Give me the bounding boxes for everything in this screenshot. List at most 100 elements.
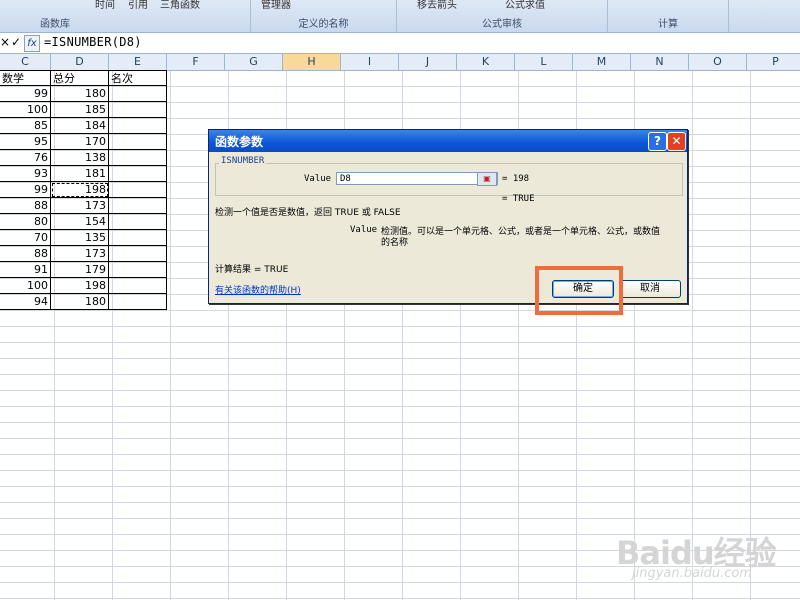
table-cell-rank[interactable] — [109, 102, 167, 118]
table-cell-total[interactable]: 181 — [51, 166, 109, 182]
argument-description-continued: 的名称 — [381, 238, 409, 248]
ribbon-button-lookup[interactable]: 引用 — [128, 0, 148, 11]
table-cell-math[interactable]: 95 — [0, 134, 51, 150]
table-cell-total[interactable]: 184 — [51, 118, 109, 134]
close-icon[interactable]: ✕ — [667, 132, 686, 151]
ok-button-highlight — [535, 266, 623, 315]
table-cell-rank[interactable] — [109, 294, 167, 310]
cancel-icon[interactable]: × — [0, 35, 10, 50]
table-cell-math[interactable]: 99 — [0, 182, 51, 198]
function-result: = TRUE — [502, 194, 535, 204]
watermark-url: jingyan.baidu.com — [632, 566, 752, 581]
table-cell-rank[interactable] — [109, 198, 167, 214]
column-header-g[interactable]: G — [225, 54, 283, 70]
formula-bar: × ✓ fx =ISNUMBER(D8) — [0, 33, 800, 54]
argument-name: Value — [350, 225, 378, 235]
column-header-e[interactable]: E — [109, 54, 167, 70]
column-header-d[interactable]: D — [51, 54, 109, 70]
column-header-j[interactable]: J — [399, 54, 457, 70]
calculation-result: 计算结果 = TRUE — [215, 265, 289, 275]
header-cell-math[interactable]: 数学 — [0, 70, 51, 86]
table-cell-math[interactable]: 80 — [0, 214, 51, 230]
ribbon-group-formula-auditing: 移去箭头 公式求值 公式审核 — [397, 0, 608, 32]
dialog-title-bar[interactable]: 函数参数 ? ✕ — [209, 130, 687, 152]
table-cell-rank[interactable] — [109, 230, 167, 246]
table-cell-total[interactable]: 179 — [51, 262, 109, 278]
ribbon-group-defined-names: 管理器 定义的名称 — [251, 0, 397, 32]
table-cell-math[interactable]: 100 — [0, 102, 51, 118]
ribbon-group-label: 公式审核 — [482, 19, 522, 30]
table-cell-rank[interactable] — [109, 214, 167, 230]
table-cell-math[interactable]: 94 — [0, 294, 51, 310]
table-cell-math[interactable]: 70 — [0, 230, 51, 246]
ribbon-button-name-manager[interactable]: 管理器 — [261, 0, 291, 11]
watermark: Baidu经验 jingyan.baidu.com — [612, 522, 792, 584]
table-cell-math[interactable]: 99 — [0, 86, 51, 102]
collapse-dialog-icon[interactable]: ▣ — [477, 172, 497, 186]
table-cell-rank[interactable] — [109, 150, 167, 166]
insert-function-button[interactable]: fx — [24, 35, 40, 52]
table-cell-total[interactable]: 198 — [51, 182, 109, 198]
value-input[interactable]: D8 — [336, 172, 498, 185]
table-cell-total[interactable]: 185 — [51, 102, 109, 118]
ribbon-button-datetime[interactable]: 时间 — [95, 0, 115, 11]
ribbon-group-label: 计算 — [658, 19, 678, 30]
header-cell-total[interactable]: 总分 — [51, 70, 109, 86]
column-header-f[interactable]: F — [167, 54, 225, 70]
table-cell-rank[interactable] — [109, 166, 167, 182]
table-cell-rank[interactable] — [109, 278, 167, 294]
table-cell-total[interactable]: 135 — [51, 230, 109, 246]
confirm-icon[interactable]: ✓ — [10, 35, 22, 50]
column-header-n[interactable]: N — [631, 54, 689, 70]
function-name: ISNUMBER — [219, 156, 267, 166]
ribbon: 时间 引用 三角函数 函数库 管理器 定义的名称 移去箭头 公式求值 公式审核 … — [0, 0, 800, 33]
function-description: 检测一个值是否是数值，返回 TRUE 或 FALSE — [215, 208, 401, 218]
table-cell-total[interactable]: 138 — [51, 150, 109, 166]
formula-input[interactable]: =ISNUMBER(D8) — [44, 35, 142, 49]
help-icon[interactable]: ? — [648, 132, 667, 151]
ribbon-button-remove-arrows[interactable]: 移去箭头 — [417, 0, 457, 11]
ribbon-group-calculation: 计算 — [608, 0, 729, 32]
table-cell-math[interactable]: 93 — [0, 166, 51, 182]
column-header-m[interactable]: M — [573, 54, 631, 70]
table-cell-math[interactable]: 76 — [0, 150, 51, 166]
table-cell-rank[interactable] — [109, 118, 167, 134]
argument-description: 检测值。可以是一个单元格、公式，或者是一个单元格、公式，或数值 — [381, 227, 661, 237]
dialog-title: 函数参数 — [215, 135, 264, 149]
column-header-l[interactable]: L — [515, 54, 573, 70]
column-header-i[interactable]: I — [341, 54, 399, 70]
table-cell-total[interactable]: 173 — [51, 198, 109, 214]
ribbon-button-evaluate-formula[interactable]: 公式求值 — [505, 0, 545, 11]
table-cell-math[interactable]: 88 — [0, 198, 51, 214]
table-cell-math[interactable]: 85 — [0, 118, 51, 134]
column-header-h[interactable]: H — [283, 54, 341, 70]
table-cell-rank[interactable] — [109, 134, 167, 150]
table-cell-rank[interactable] — [109, 262, 167, 278]
table-cell-rank[interactable] — [109, 86, 167, 102]
function-help-link[interactable]: 有关该函数的帮助(H) — [215, 283, 301, 296]
table-cell-total[interactable]: 198 — [51, 278, 109, 294]
ribbon-group-label: 定义的名称 — [298, 19, 349, 30]
table-cell-total[interactable]: 170 — [51, 134, 109, 150]
table-cell-total[interactable]: 180 — [51, 86, 109, 102]
table-cell-math[interactable]: 91 — [0, 262, 51, 278]
column-header-c[interactable]: C — [0, 54, 51, 70]
table-cell-math[interactable]: 100 — [0, 278, 51, 294]
ribbon-group-function-library: 时间 引用 三角函数 函数库 — [0, 0, 251, 32]
column-header-o[interactable]: O — [689, 54, 747, 70]
table-cell-total[interactable]: 173 — [51, 246, 109, 262]
table-cell-math[interactable]: 88 — [0, 246, 51, 262]
cancel-button[interactable]: 取消 — [619, 280, 681, 298]
value-result: = 198 — [502, 174, 530, 184]
column-header-p[interactable]: P — [747, 54, 800, 70]
value-label: Value — [304, 174, 332, 184]
table-cell-rank[interactable] — [109, 246, 167, 262]
column-header-k[interactable]: K — [457, 54, 515, 70]
ribbon-button-math[interactable]: 三角函数 — [160, 0, 200, 11]
table-cell-rank[interactable] — [109, 182, 167, 198]
table-cell-total[interactable]: 180 — [51, 294, 109, 310]
ribbon-group-label: 函数库 — [40, 19, 70, 30]
header-cell-rank[interactable]: 名次 — [109, 70, 167, 86]
column-header-row: C D E F G H I J K L M N O P — [0, 54, 800, 71]
table-cell-total[interactable]: 154 — [51, 214, 109, 230]
